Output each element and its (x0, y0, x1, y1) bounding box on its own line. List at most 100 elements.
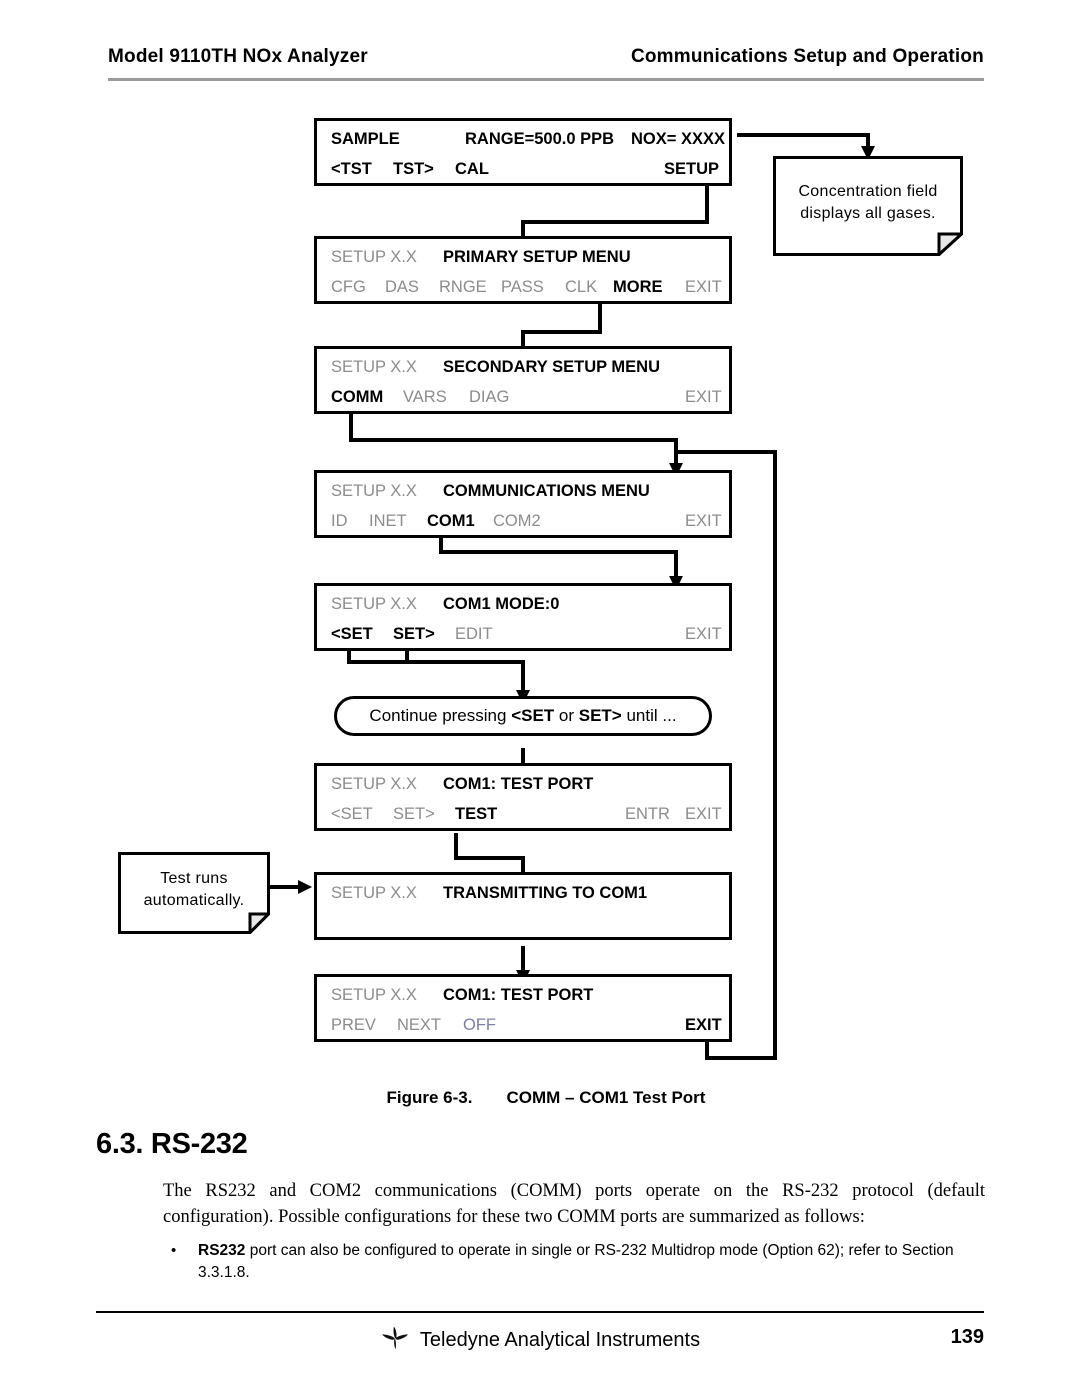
lcd-row-softkeys: COMM VARS DIAG EXIT (317, 383, 729, 411)
lcd-row-softkeys: PREV NEXT OFF EXIT (317, 1011, 729, 1039)
section-paragraph: The RS232 and COM2 communications (COMM)… (163, 1181, 985, 1227)
note-test-runs-automatically: Test runs automatically. (118, 852, 270, 934)
softkey-das[interactable]: DAS (385, 273, 419, 301)
lcd-row-softkeys: <SET SET> TEST ENTR EXIT (317, 800, 729, 828)
lcd-com1-test-port: SETUP X.X COM1: TEST PORT <SET SET> TEST… (314, 763, 732, 831)
lcd-row-top: SETUP X.X COM1 MODE:0 (317, 590, 729, 618)
softkey-prev[interactable]: PREV (331, 1011, 376, 1039)
figure-title: COMM – COM1 Test Port (506, 1088, 706, 1107)
lcd-row-top: SETUP X.X PRIMARY SETUP MENU (317, 243, 729, 271)
softkey-exit[interactable]: EXIT (685, 800, 722, 828)
lcd-row-top: SETUP X.X COM1: TEST PORT (317, 770, 729, 798)
lcd-field-setup-version: SETUP X.X (331, 358, 417, 376)
footer-company-block: Teledyne Analytical Instruments (96, 1326, 984, 1356)
page-footer: Teledyne Analytical Instruments 139 (96, 1322, 984, 1362)
lcd-row-top: SETUP X.X COM1: TEST PORT (317, 981, 729, 1009)
footer-rule (96, 1311, 984, 1313)
softkey-clk[interactable]: CLK (565, 273, 597, 301)
capsule-suffix: until ... (621, 706, 677, 725)
document-page: Model 9110TH NOx Analyzer Communications… (0, 0, 1080, 1397)
lcd-field-setup-version: SETUP X.X (331, 595, 417, 613)
softkey-pass[interactable]: PASS (501, 273, 544, 301)
teledyne-logo-icon (380, 1326, 410, 1356)
softkey-set-next[interactable]: SET> (393, 620, 435, 648)
softkey-tst-prev[interactable]: <TST (331, 155, 372, 183)
lcd-row-softkeys: <TST TST> CAL SETUP (317, 155, 729, 183)
lcd-transmitting-to-com1: SETUP X.X TRANSMITTING TO COM1 (314, 872, 732, 940)
lcd-field-setup-version: SETUP X.X (331, 884, 417, 902)
bullet-list: • RS232 port can also be configured to op… (163, 1240, 985, 1284)
figure-caption: Figure 6-3. COMM – COM1 Test Port (108, 1088, 984, 1108)
softkey-next[interactable]: NEXT (397, 1011, 441, 1039)
softkey-cfg[interactable]: CFG (331, 273, 366, 301)
softkey-exit[interactable]: EXIT (685, 620, 722, 648)
softkey-id[interactable]: ID (331, 507, 348, 535)
lcd-com1-test-port-off: SETUP X.X COM1: TEST PORT PREV NEXT OFF … (314, 974, 732, 1042)
softkey-off[interactable]: OFF (463, 1011, 496, 1039)
softkey-diag[interactable]: DIAG (469, 383, 509, 411)
note-text: Concentration field displays all gases. (773, 156, 963, 256)
softkey-more[interactable]: MORE (613, 273, 663, 301)
lcd-row-top: SETUP X.X SECONDARY SETUP MENU (317, 353, 729, 381)
footer-company-name: Teledyne Analytical Instruments (419, 1329, 701, 1351)
header-right-title: Communications Setup and Operation (630, 46, 984, 67)
lcd-sample-display: SAMPLE RANGE=500.0 PPB NOX= XXXX <TST TS… (314, 118, 732, 186)
bullet-text: port can also be configured to operate i… (198, 1242, 954, 1281)
capsule-prefix: Continue pressing (369, 706, 512, 725)
softkey-exit[interactable]: EXIT (685, 273, 722, 301)
softkey-setup[interactable]: SETUP (664, 155, 719, 183)
lcd-field-conc: NOX= XXXX (631, 130, 725, 148)
softkey-cal[interactable]: CAL (455, 155, 489, 183)
lcd-field-mode-value: COM1 MODE:0 (443, 595, 560, 613)
lcd-field-status: TRANSMITTING TO COM1 (443, 884, 648, 902)
softkey-com1[interactable]: COM1 (427, 507, 475, 535)
note-line-2: displays all gases. (800, 205, 936, 222)
header-left-title: Model 9110TH NOx Analyzer (108, 46, 368, 67)
footer-page-number: 139 (950, 1326, 984, 1348)
note-line-1: Test runs (160, 870, 228, 887)
lcd-field-range: RANGE=500.0 PPB (465, 130, 615, 148)
softkey-tst-next[interactable]: TST> (393, 155, 434, 183)
lcd-field-menu-title: COMMUNICATIONS MENU (443, 482, 650, 500)
softkey-exit[interactable]: EXIT (685, 383, 722, 411)
lcd-field-menu-title: COM1: TEST PORT (443, 986, 594, 1004)
bullet-marker: • (171, 1242, 177, 1259)
softkey-test[interactable]: TEST (455, 800, 497, 828)
softkey-edit[interactable]: EDIT (455, 620, 493, 648)
figure-number: Figure 6-3. (386, 1088, 473, 1107)
note-line-2: automatically. (143, 892, 245, 909)
lcd-field-setup-version: SETUP X.X (331, 986, 417, 1004)
lcd-field-menu-title: COM1: TEST PORT (443, 775, 594, 793)
softkey-set-prev[interactable]: <SET (331, 620, 373, 648)
note-text: Test runs automatically. (118, 852, 270, 934)
section-heading: 6.3. RS-232 (96, 1128, 248, 1160)
capsule-key-next: SET> (578, 706, 622, 725)
lcd-row-softkeys-empty (317, 909, 729, 937)
running-header: Model 9110TH NOx Analyzer Communications… (108, 46, 984, 82)
softkey-exit[interactable]: EXIT (685, 1011, 722, 1039)
capsule-key-prev: <SET (511, 706, 555, 725)
lcd-field-mode: SAMPLE (331, 130, 400, 148)
softkey-set-next[interactable]: SET> (393, 800, 435, 828)
lcd-field-menu-title: PRIMARY SETUP MENU (443, 248, 631, 266)
softkey-comm[interactable]: COMM (331, 383, 383, 411)
capsule-middle: or (554, 706, 579, 725)
lcd-row-softkeys: <SET SET> EDIT EXIT (317, 620, 729, 648)
lcd-field-menu-title: SECONDARY SETUP MENU (443, 358, 660, 376)
softkey-rnge[interactable]: RNGE (439, 273, 487, 301)
lcd-row-softkeys: ID INET COM1 COM2 EXIT (317, 507, 729, 535)
continue-pressing-note: Continue pressing <SET or SET> until ... (334, 696, 712, 736)
softkey-exit[interactable]: EXIT (685, 507, 722, 535)
softkey-vars[interactable]: VARS (403, 383, 447, 411)
note-concentration-field: Concentration field displays all gases. (773, 156, 963, 256)
lcd-row-top: SETUP X.X TRANSMITTING TO COM1 (317, 879, 729, 907)
softkey-inet[interactable]: INET (369, 507, 407, 535)
softkey-com2[interactable]: COM2 (493, 507, 541, 535)
bullet-lead-term: RS232 (198, 1242, 246, 1259)
lcd-field-setup-version: SETUP X.X (331, 482, 417, 500)
lcd-primary-setup-menu: SETUP X.X PRIMARY SETUP MENU CFG DAS RNG… (314, 236, 732, 304)
softkey-entr[interactable]: ENTR (625, 800, 670, 828)
note-line-1: Concentration field (798, 183, 938, 200)
lcd-com1-mode: SETUP X.X COM1 MODE:0 <SET SET> EDIT EXI… (314, 583, 732, 651)
softkey-set-prev[interactable]: <SET (331, 800, 373, 828)
